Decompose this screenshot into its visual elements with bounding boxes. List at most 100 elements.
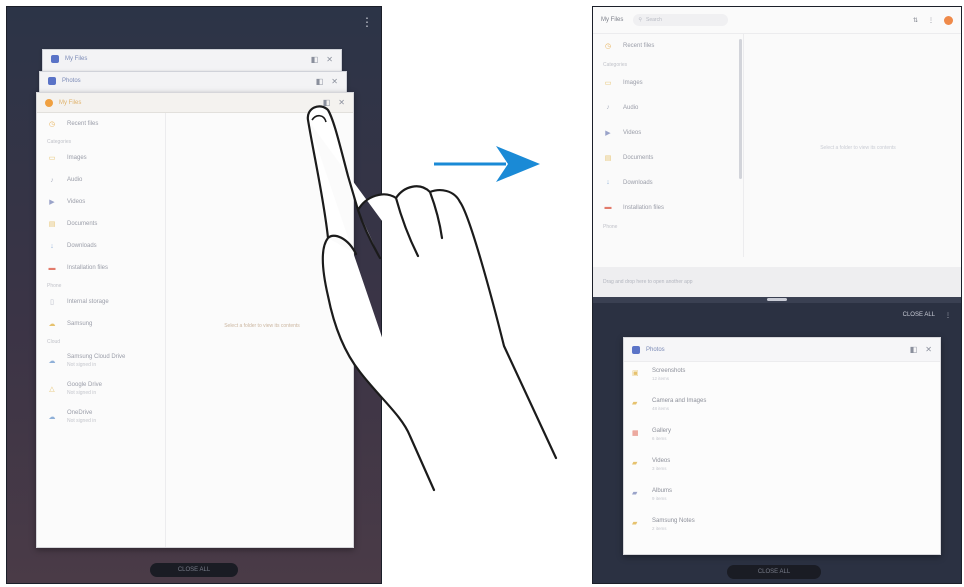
sidebar-item-label: Samsung Cloud Drive xyxy=(67,354,126,360)
recent-window-1[interactable]: My Files ◧ ✕ xyxy=(42,49,342,73)
search-placeholder: Search xyxy=(646,17,662,23)
audio-icon: ♪ xyxy=(606,104,610,111)
list-item[interactable]: ▰ Albums 9 items xyxy=(624,482,940,512)
item-title: Screenshots xyxy=(652,368,686,374)
sidebar-item-internal-storage[interactable]: ▯ Internal storage xyxy=(37,291,165,313)
sidebar-item-label: Downloads xyxy=(623,179,653,186)
folder-icon: ▰ xyxy=(632,520,638,527)
section-header: Phone xyxy=(603,224,618,230)
sidebar-item-videos[interactable]: ▶ Videos xyxy=(593,120,743,145)
audio-icon: ♪ xyxy=(50,176,54,184)
folder-icon: ▰ xyxy=(632,490,638,497)
sidebar-item-label: Downloads xyxy=(67,243,97,249)
split-view-icon[interactable]: ◧ xyxy=(311,55,319,64)
close-icon[interactable]: ✕ xyxy=(925,345,932,354)
list-item[interactable]: ▣ Screenshots 12 items xyxy=(624,362,940,392)
sidebar-item-samsung-cloud[interactable]: ☁ Samsung Cloud Drive Not signed in xyxy=(37,347,165,375)
split-handle[interactable] xyxy=(767,298,787,301)
sidebar-item-label: OneDrive xyxy=(67,410,93,416)
sidebar-item-label: Recent files xyxy=(67,121,99,127)
sidebar-item-recent[interactable]: ◷ Recent files xyxy=(593,33,743,58)
sidebar-item-sub: Not signed in xyxy=(67,418,97,424)
empty-state-text: Select a folder to view its contents xyxy=(820,145,896,151)
sidebar-item-sub: Not signed in xyxy=(67,362,97,368)
sidebar-item-onedrive[interactable]: ☁ OneDrive Not signed in xyxy=(37,403,165,431)
sidebar-item-audio[interactable]: ♪ Audio xyxy=(593,95,743,120)
camera-icon: ▣ xyxy=(632,370,639,377)
sidebar-item-images[interactable]: ▭ Images xyxy=(37,147,165,169)
scrollbar[interactable] xyxy=(739,39,742,179)
installation-icon: ▬ xyxy=(48,264,56,272)
phone-icon: ▯ xyxy=(50,299,54,306)
onedrive-icon: ☁ xyxy=(48,414,56,421)
close-icon[interactable]: ✕ xyxy=(331,77,338,86)
sidebar-item-recent[interactable]: ◷ Recent files xyxy=(37,113,165,135)
my-files-app-icon xyxy=(45,98,53,107)
right-arrow-icon xyxy=(434,146,540,182)
sort-icon[interactable]: ⇅ xyxy=(913,17,918,24)
sidebar-item-samsung[interactable]: ☁ Samsung xyxy=(37,313,165,335)
more-options-icon[interactable]: ⋮ xyxy=(928,17,934,24)
clock-icon: ◷ xyxy=(48,121,56,128)
sidebar-item-installation[interactable]: ▬ Installation files xyxy=(37,257,165,279)
item-subtitle: 9 items xyxy=(652,496,667,501)
item-title: Videos xyxy=(652,458,671,464)
sidebar-item-documents[interactable]: ▤ Documents xyxy=(37,213,165,235)
window-title: My Files xyxy=(65,56,88,62)
sidebar-item-audio[interactable]: ♪ Audio xyxy=(37,169,165,191)
installation-icon: ▬ xyxy=(604,204,612,211)
search-input[interactable]: ⚲ Search xyxy=(633,14,729,26)
sidebar-item-videos[interactable]: ▶ Videos xyxy=(37,191,165,213)
sidebar-item-google-drive[interactable]: △ Google Drive Not signed in xyxy=(37,375,165,403)
drop-zone-hint: Drag and drop here to open another app xyxy=(593,267,961,297)
sidebar-item-downloads[interactable]: ↓ Downloads xyxy=(593,170,743,195)
cloud-drive-icon: ☁ xyxy=(48,358,56,365)
recent-window-photos[interactable]: Photos ◧ ✕ ▣ Screenshots 12 items ▰ Camera … xyxy=(623,337,941,555)
app-icon xyxy=(48,77,56,85)
app-icon xyxy=(632,345,640,354)
list-item[interactable]: ▰ Samsung Notes 2 items xyxy=(624,512,940,542)
list-item[interactable]: ▰ Camera and Images 48 items xyxy=(624,392,940,422)
close-all-button[interactable]: CLOSE ALL xyxy=(150,563,238,577)
close-icon[interactable]: ✕ xyxy=(326,55,333,64)
split-view-icon[interactable]: ◧ xyxy=(316,77,324,86)
item-subtitle: 3 items xyxy=(652,466,667,471)
sidebar-item-images[interactable]: ▭ Images xyxy=(593,70,743,95)
item-subtitle: 12 items xyxy=(652,376,670,381)
more-options-icon[interactable]: ⋮ xyxy=(945,312,951,319)
avatar[interactable] xyxy=(944,15,953,25)
sidebar-item-label: Audio xyxy=(623,104,639,111)
close-all-link[interactable]: CLOSE ALL xyxy=(903,312,935,319)
document-icon: ▤ xyxy=(48,221,56,228)
folder-icon: ▰ xyxy=(632,460,638,467)
sidebar-item-label: Internal storage xyxy=(67,299,109,305)
section-header: Cloud xyxy=(47,339,61,345)
image-icon: ▭ xyxy=(48,155,56,162)
sidebar-item-downloads[interactable]: ↓ Downloads xyxy=(37,235,165,257)
list-item[interactable]: ▰ Videos 3 items xyxy=(624,452,940,482)
sidebar-item-label: Documents xyxy=(67,221,98,227)
right-tablet-screen: My Files ⚲ Search ⇅ ⋮ ◷ Recent files Cate… xyxy=(592,6,962,584)
split-view-icon[interactable]: ◧ xyxy=(910,345,918,354)
folder-icon: ▰ xyxy=(632,400,638,407)
download-icon: ↓ xyxy=(50,242,54,250)
sidebar-item-label: Images xyxy=(623,79,643,86)
image-icon: ▭ xyxy=(604,79,612,87)
sidebar-item-installation[interactable]: ▬ Installation files xyxy=(593,195,743,220)
split-top-app-my-files[interactable]: My Files ⚲ Search ⇅ ⋮ ◷ Recent files Cate… xyxy=(593,7,961,297)
sidebar-item-label: Videos xyxy=(623,129,642,136)
close-all-button[interactable]: CLOSE ALL xyxy=(727,565,821,579)
list-item[interactable]: ▦ Gallery 6 items xyxy=(624,422,940,452)
item-title: Gallery xyxy=(652,428,672,434)
window-title: Photos xyxy=(62,78,81,84)
sidebar-item-label: Google Drive xyxy=(67,382,103,388)
app-title: My Files xyxy=(601,17,624,23)
section-header: Phone xyxy=(47,283,62,289)
sidebar-item-label: Samsung xyxy=(67,321,93,327)
item-title: Samsung Notes xyxy=(652,518,695,524)
more-options-icon[interactable]: ⋮ xyxy=(361,15,373,29)
clock-icon: ◷ xyxy=(604,42,612,50)
item-title: Albums xyxy=(652,488,673,494)
sidebar-item-documents[interactable]: ▤ Documents xyxy=(593,145,743,170)
item-title: Camera and Images xyxy=(652,398,707,404)
